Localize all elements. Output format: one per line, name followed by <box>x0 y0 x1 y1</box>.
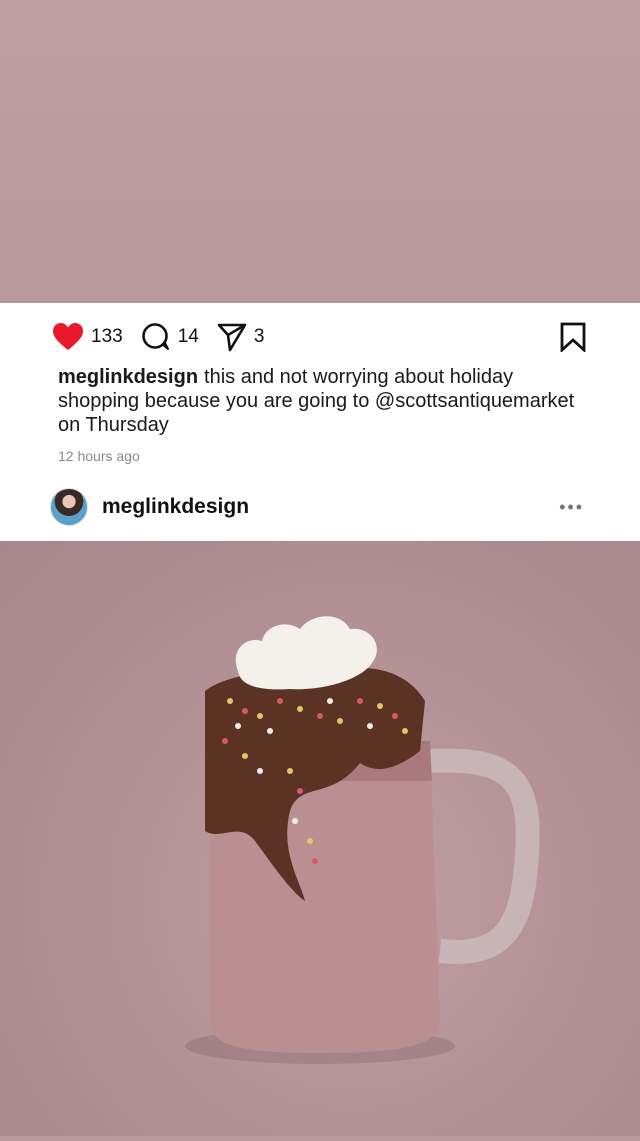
post-timestamp: 12 hours ago <box>58 448 140 464</box>
post-actions: 133 14 3 <box>52 321 282 353</box>
heart-icon <box>53 323 83 350</box>
post-photo[interactable] <box>0 541 640 1136</box>
like-button[interactable]: 133 <box>52 322 123 352</box>
avatar[interactable] <box>50 488 88 526</box>
save-button[interactable] <box>560 322 586 357</box>
bookmark-icon <box>560 322 586 354</box>
comment-count: 14 <box>177 326 199 347</box>
send-icon <box>217 323 247 352</box>
more-icon[interactable]: ••• <box>559 497 584 518</box>
author-row: meglinkdesign ••• <box>50 488 584 526</box>
milkshake-photo <box>185 616 540 1064</box>
share-button[interactable]: 3 <box>217 322 265 352</box>
comment-button[interactable]: 14 <box>141 322 199 352</box>
like-count: 133 <box>91 326 123 347</box>
comment-icon <box>141 323 169 350</box>
author-username[interactable]: meglinkdesign <box>102 495 249 519</box>
post-caption: meglinkdesign this and not worrying about… <box>58 365 598 437</box>
post-card: 133 14 3 meglinkdesign this and not worry… <box>0 303 640 541</box>
share-count: 3 <box>253 326 265 347</box>
background-photo-top <box>0 0 640 303</box>
caption-username[interactable]: meglinkdesign <box>58 366 198 388</box>
